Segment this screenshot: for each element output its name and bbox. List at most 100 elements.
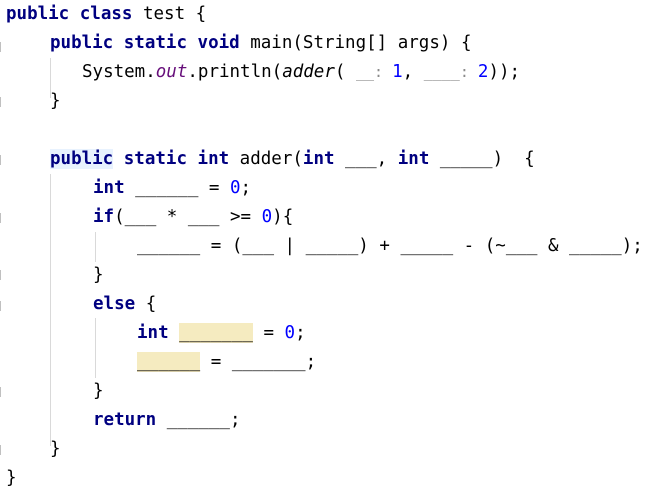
- return-blank[interactable]: ______: [156, 410, 230, 430]
- call-close: ));: [488, 62, 521, 82]
- arg-number-2: 2: [477, 62, 489, 82]
- assign-op: =: [198, 178, 230, 198]
- highlighted-var-blank[interactable]: _______: [179, 323, 253, 343]
- keyword-static: static: [123, 33, 187, 53]
- keyword-else: else: [93, 294, 136, 314]
- param-hint-blank-2[interactable]: ____: [424, 63, 460, 81]
- paren-open: (: [114, 207, 125, 227]
- keyword-int: int: [197, 149, 230, 169]
- expr-blank-3[interactable]: _____: [400, 236, 453, 256]
- expr-blank-1[interactable]: ___: [242, 236, 274, 256]
- assign-op: =: [200, 352, 232, 372]
- fold-marker[interactable]: [0, 445, 5, 455]
- semicolon: ;: [295, 323, 306, 343]
- system-ref: System.: [82, 62, 156, 82]
- keyword-return: return: [93, 410, 157, 430]
- closing-brace: }: [50, 91, 61, 111]
- else-brace: {: [135, 294, 157, 314]
- code-line-3[interactable]: System.out.println(adder( __: 1, ____: 2…: [82, 58, 520, 86]
- static-field-out: out: [155, 62, 188, 82]
- closing-brace: }: [93, 265, 104, 285]
- param-hint-colon-1: :: [374, 63, 393, 81]
- code-line-10[interactable]: else {: [93, 290, 156, 318]
- code-line-2[interactable]: public static void main(String[] args) {: [50, 29, 471, 57]
- code-line-13[interactable]: }: [93, 377, 104, 405]
- comma: ,: [402, 62, 424, 82]
- closing-brace: }: [93, 381, 104, 401]
- code-line-9[interactable]: }: [93, 261, 104, 289]
- keyword-class: class: [79, 4, 133, 24]
- assign-op: = (: [200, 236, 243, 256]
- value-blank[interactable]: _______: [232, 352, 306, 372]
- indent-guide: [95, 232, 96, 262]
- param-blank-2[interactable]: _____: [429, 149, 493, 169]
- signature-close: ) {: [492, 149, 535, 169]
- keyword-public: public: [50, 33, 114, 53]
- fold-marker[interactable]: [0, 42, 5, 52]
- code-line-1[interactable]: public class test {: [6, 0, 206, 28]
- param-hint-blank-1[interactable]: __: [356, 63, 374, 81]
- assign-op: =: [252, 323, 285, 343]
- expr-blank-5[interactable]: _____: [569, 236, 622, 256]
- number-literal: 0: [261, 207, 273, 227]
- code-line-4[interactable]: }: [50, 87, 61, 115]
- indent-guide: [50, 174, 51, 446]
- semicolon: ;: [229, 410, 241, 430]
- fold-marker[interactable]: [0, 97, 5, 107]
- operand-blank-1[interactable]: ___: [125, 207, 157, 227]
- code-editor[interactable]: public class test { public static void m…: [0, 0, 672, 491]
- fold-marker[interactable]: [0, 213, 5, 223]
- keyword-int: int: [137, 323, 169, 343]
- and-op: &: [537, 236, 570, 256]
- semicolon: ;: [240, 178, 252, 198]
- closing-brace: }: [50, 439, 61, 459]
- fold-marker[interactable]: [0, 301, 5, 311]
- code-line-12[interactable]: ______ = _______;: [137, 348, 316, 376]
- param-blank-1[interactable]: ___: [335, 149, 377, 169]
- code-line-14[interactable]: return ______;: [93, 406, 241, 434]
- code-line-5[interactable]: public static int adder(int ___, int ___…: [50, 145, 535, 173]
- closing-brace: }: [6, 468, 17, 488]
- code-line-7[interactable]: if(___ * ___ >= 0){: [93, 203, 293, 231]
- expr-blank-4[interactable]: ___: [506, 236, 538, 256]
- code-line-8[interactable]: ______ = (___ | _____) + _____ - (~___ &…: [137, 232, 643, 260]
- class-declaration: test {: [132, 4, 207, 24]
- main-signature: main(String[] args) {: [239, 33, 472, 53]
- compare-op: >=: [219, 207, 262, 227]
- number-literal: 0: [229, 178, 241, 198]
- keyword-if: if: [93, 207, 115, 227]
- semicolon: ;: [305, 352, 317, 372]
- fold-marker[interactable]: [0, 155, 5, 165]
- paren-open: (: [334, 62, 356, 82]
- or-op: |: [273, 236, 306, 256]
- multiply-op: *: [156, 207, 188, 227]
- comma: ,: [376, 149, 398, 169]
- statement-end: );: [621, 236, 643, 256]
- arg-number-1: 1: [392, 62, 403, 82]
- keyword-int: int: [302, 149, 335, 169]
- adder-call: adder: [282, 62, 335, 82]
- expr-blank-2[interactable]: _____: [306, 236, 359, 256]
- println-call: .println(: [187, 62, 283, 82]
- code-line-6[interactable]: int ______ = 0;: [93, 174, 251, 202]
- adder-signature: adder(: [229, 149, 303, 169]
- fold-marker[interactable]: [0, 387, 5, 397]
- code-line-15[interactable]: }: [50, 435, 61, 463]
- number-literal: 0: [284, 323, 296, 343]
- var-blank[interactable]: ______: [125, 178, 198, 198]
- code-line-11[interactable]: int _______ = 0;: [137, 319, 306, 347]
- keyword-int: int: [93, 178, 125, 198]
- assign-target-blank[interactable]: ______: [137, 236, 200, 256]
- keyword-void: void: [197, 33, 240, 53]
- highlighted-assign-blank[interactable]: ______: [137, 352, 201, 372]
- operand-blank-2[interactable]: ___: [188, 207, 220, 227]
- param-hint-colon-2: :: [459, 63, 478, 81]
- fold-marker[interactable]: [0, 270, 5, 280]
- code-line-16[interactable]: }: [6, 464, 17, 492]
- minus-not-op: - (~: [453, 236, 506, 256]
- plus-op: ) +: [358, 236, 401, 256]
- keyword-int: int: [397, 149, 430, 169]
- keyword-static: static: [123, 149, 187, 169]
- keyword-public: public: [50, 149, 114, 169]
- keyword-public: public: [6, 4, 70, 24]
